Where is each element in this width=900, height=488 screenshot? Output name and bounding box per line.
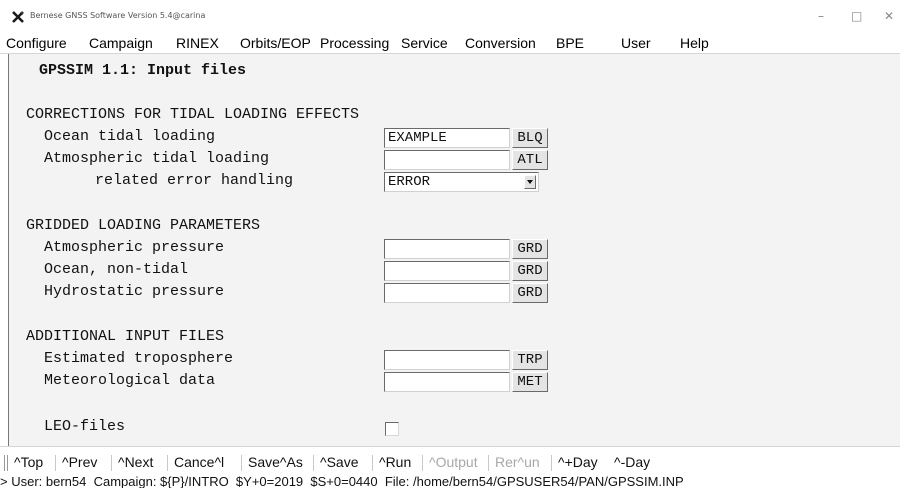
maximize-button[interactable]: □ — [851, 9, 862, 23]
minimize-button[interactable]: – — [818, 9, 824, 23]
minus-day-button[interactable]: ^-Day — [614, 454, 650, 470]
chevron-down-icon[interactable] — [524, 175, 536, 189]
cancel-button[interactable]: Cance^l — [174, 454, 224, 470]
grd-button-hydrostatic[interactable]: GRD — [512, 283, 548, 303]
trp-button[interactable]: TRP — [512, 350, 548, 370]
meteo-label: Meteorological data — [44, 372, 216, 389]
separator — [167, 455, 168, 471]
hydrostatic-pressure-field[interactable] — [384, 283, 510, 303]
atmospheric-tidal-label: Atmospheric tidal loading — [44, 150, 270, 167]
separator — [313, 455, 314, 471]
error-handling-label: related error handling — [95, 172, 294, 189]
save-as-button[interactable]: Save^As — [248, 454, 303, 470]
menu-bpe[interactable]: BPE — [556, 35, 584, 51]
menu-orbits-eop[interactable]: Orbits/EOP — [240, 35, 311, 51]
prev-button[interactable]: ^Prev — [62, 454, 97, 470]
separator — [372, 455, 373, 471]
menu-rinex[interactable]: RINEX — [176, 35, 219, 51]
grip-handle — [7, 455, 8, 471]
menu-configure[interactable]: Configure — [6, 35, 67, 51]
error-handling-select[interactable]: ERROR — [384, 172, 539, 192]
window-title: Bernese GNSS Software Version 5.4@carina — [30, 11, 206, 20]
ocean-nontidal-field[interactable] — [384, 261, 510, 281]
rerun-button[interactable]: Rer^un — [495, 454, 540, 470]
close-button[interactable]: ✕ — [884, 9, 894, 23]
next-button[interactable]: ^Next — [118, 454, 153, 470]
menu-conversion[interactable]: Conversion — [465, 35, 536, 51]
run-button[interactable]: ^Run — [379, 454, 411, 470]
separator — [488, 455, 489, 471]
atmospheric-pressure-field[interactable] — [384, 239, 510, 259]
panel-title: GPSSIM 1.1: Input files — [39, 62, 247, 79]
grd-button-pressure[interactable]: GRD — [512, 239, 548, 259]
separator — [241, 455, 242, 471]
troposphere-label: Estimated troposphere — [44, 350, 234, 367]
separator — [551, 455, 552, 471]
ocean-tidal-label: Ocean tidal loading — [44, 128, 216, 145]
top-button[interactable]: ^Top — [14, 454, 43, 470]
grd-button-ocean[interactable]: GRD — [512, 261, 548, 281]
atl-button[interactable]: ATL — [512, 150, 548, 170]
section-heading-tidal: CORRECTIONS FOR TIDAL LOADING EFFECTS — [26, 106, 360, 123]
input-panel: GPSSIM 1.1: Input files CORRECTIONS FOR … — [8, 54, 900, 446]
grip-handle — [4, 455, 5, 471]
leo-files-label: LEO-files — [44, 418, 126, 435]
menu-campaign[interactable]: Campaign — [89, 35, 153, 51]
error-handling-value: ERROR — [388, 174, 431, 190]
section-heading-additional: ADDITIONAL INPUT FILES — [26, 328, 225, 345]
troposphere-field[interactable] — [384, 350, 510, 370]
leo-files-checkbox[interactable] — [385, 422, 399, 436]
ocean-nontidal-label: Ocean, non-tidal — [44, 261, 189, 278]
blq-button[interactable]: BLQ — [512, 128, 548, 148]
atmospheric-tidal-field[interactable] — [384, 150, 510, 170]
menu-bar: Configure Campaign RINEX Orbits/EOP Proc… — [0, 32, 900, 54]
menu-service[interactable]: Service — [401, 35, 448, 51]
save-button[interactable]: ^Save — [320, 454, 358, 470]
ocean-tidal-field[interactable]: EXAMPLE — [384, 128, 510, 148]
hydrostatic-pressure-label: Hydrostatic pressure — [44, 283, 225, 300]
menu-processing[interactable]: Processing — [320, 35, 389, 51]
menu-user[interactable]: User — [621, 35, 651, 51]
command-bar: ^Top ^Prev ^Next Cance^l Save^As ^Save ^… — [0, 446, 900, 476]
output-button[interactable]: ^Output — [429, 454, 478, 470]
plus-day-button[interactable]: ^+Day — [558, 454, 598, 470]
menu-help[interactable]: Help — [680, 35, 709, 51]
title-bar: Bernese GNSS Software Version 5.4@carina… — [0, 0, 900, 32]
separator — [55, 455, 56, 471]
x-logo-icon — [12, 11, 24, 23]
status-line: > User: bern54 Campaign: ${P}/INTRO $Y+0… — [0, 475, 684, 488]
separator — [422, 455, 423, 471]
meteo-field[interactable] — [384, 372, 510, 392]
separator — [111, 455, 112, 471]
atmospheric-pressure-label: Atmospheric pressure — [44, 239, 225, 256]
met-button[interactable]: MET — [512, 372, 548, 392]
section-heading-gridded: GRIDDED LOADING PARAMETERS — [26, 217, 261, 234]
